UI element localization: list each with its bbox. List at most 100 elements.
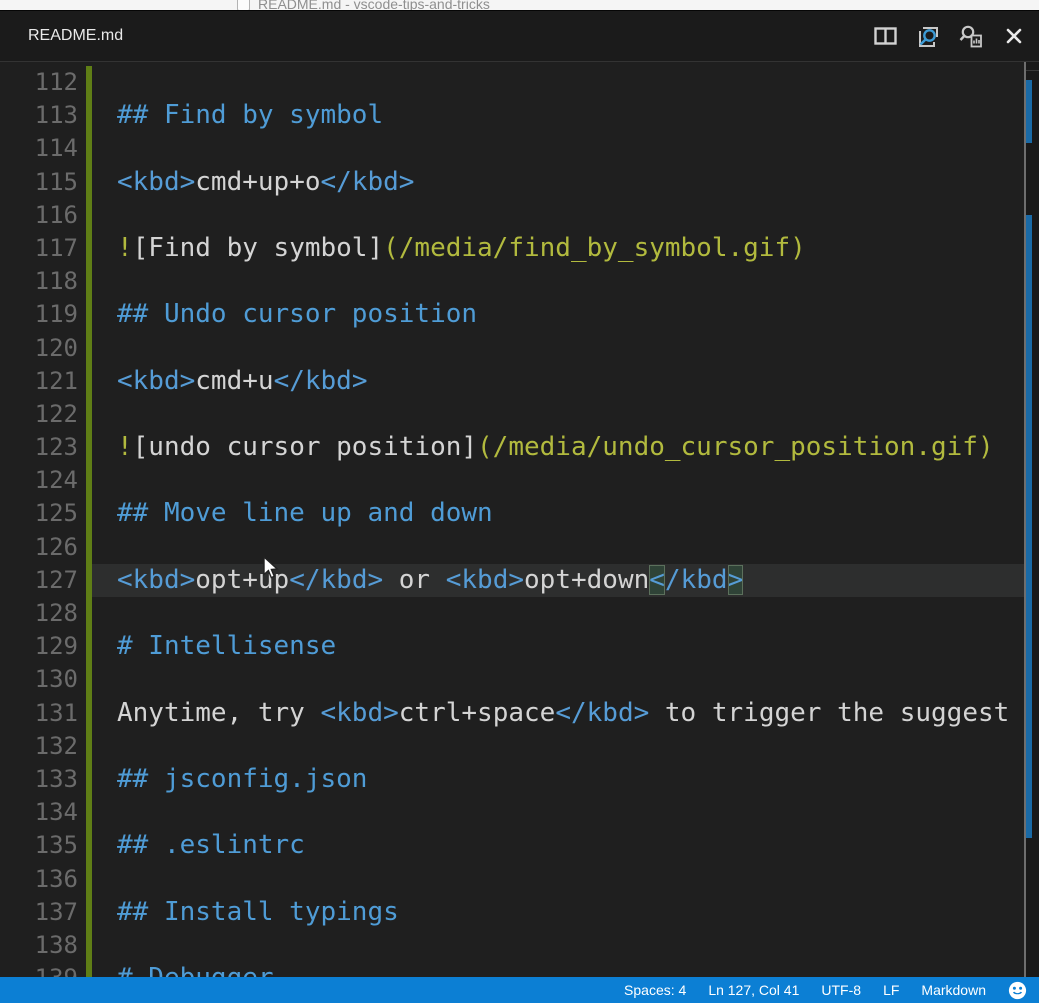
code-text[interactable]	[92, 597, 1024, 630]
code-text[interactable]	[92, 929, 1024, 962]
line-number[interactable]: 118	[0, 265, 78, 298]
open-preview-button[interactable]	[915, 21, 941, 51]
code-text[interactable]: ## .eslintrc	[92, 829, 1024, 862]
line-number[interactable]: 139	[0, 962, 78, 977]
code-text[interactable]	[92, 398, 1024, 431]
code-line[interactable]: 138	[0, 929, 1024, 962]
open-preview-side-icon	[959, 25, 983, 48]
code-line[interactable]: 125 ## Move line up and down	[0, 497, 1024, 530]
editor-group: 112113 ## Find by symbol 114115 <kbd>cmd+up…	[0, 62, 1039, 977]
code-line[interactable]: 137 ## Install typings	[0, 896, 1024, 929]
code-text[interactable]: # Debugger	[92, 962, 1024, 977]
code-line[interactable]: 128	[0, 597, 1024, 630]
code-line[interactable]: 134	[0, 796, 1024, 829]
line-number[interactable]: 130	[0, 663, 78, 696]
code-line[interactable]: 115 <kbd>cmd+up+o</kbd>	[0, 166, 1024, 199]
code-line[interactable]: 131 Anytime, try <kbd>ctrl+space</kbd> to…	[0, 697, 1024, 730]
code-text[interactable]	[92, 796, 1024, 829]
token-link: !	[117, 233, 133, 263]
line-number[interactable]: 113	[0, 99, 78, 132]
code-line[interactable]: 121 <kbd>cmd+u</kbd>	[0, 365, 1024, 398]
status-item-indentation[interactable]: Spaces: 4	[624, 982, 686, 998]
split-editor-button[interactable]	[872, 21, 898, 51]
line-number[interactable]: 119	[0, 298, 78, 331]
code-line[interactable]: 135 ## .eslintrc	[0, 829, 1024, 862]
code-text[interactable]	[92, 332, 1024, 365]
status-item-eol[interactable]: LF	[883, 982, 899, 998]
code-line[interactable]: 123 ![undo cursor position](/media/undo_c…	[0, 431, 1024, 464]
line-number[interactable]: 122	[0, 398, 78, 431]
code-text[interactable]	[92, 132, 1024, 165]
line-number[interactable]: 124	[0, 464, 78, 497]
code-text[interactable]: ## jsconfig.json	[92, 763, 1024, 796]
line-number[interactable]: 115	[0, 166, 78, 199]
code-line[interactable]: 119 ## Undo cursor position	[0, 298, 1024, 331]
code-line[interactable]: 129 # Intellisense	[0, 630, 1024, 663]
line-number[interactable]: 123	[0, 431, 78, 464]
code-text[interactable]: <kbd>cmd+u</kbd>	[92, 365, 1024, 398]
code-line[interactable]: 113 ## Find by symbol	[0, 99, 1024, 132]
code-line[interactable]: 133 ## jsconfig.json	[0, 763, 1024, 796]
code-text[interactable]	[92, 199, 1024, 232]
line-number[interactable]: 129	[0, 630, 78, 663]
line-number[interactable]: 116	[0, 199, 78, 232]
code-line[interactable]: 130	[0, 663, 1024, 696]
code-text[interactable]	[92, 464, 1024, 497]
feedback-smiley-button[interactable]	[1008, 981, 1027, 1000]
line-number[interactable]: 117	[0, 232, 78, 265]
code-text[interactable]	[92, 730, 1024, 763]
line-number[interactable]: 138	[0, 929, 78, 962]
code-line[interactable]: 118	[0, 265, 1024, 298]
code-text[interactable]: ![undo cursor position](/media/undo_curs…	[92, 431, 1024, 464]
code-text[interactable]: ## Undo cursor position	[92, 298, 1024, 331]
window-title: README.md - vscode-tips-and-tricks	[258, 0, 490, 10]
status-item-encoding[interactable]: UTF-8	[821, 982, 861, 998]
code-line[interactable]: 127 <kbd>opt+up</kbd> or <kbd>opt+down</k…	[0, 564, 1024, 597]
line-number[interactable]: 135	[0, 829, 78, 862]
line-number[interactable]: 127	[0, 564, 78, 597]
line-number[interactable]: 131	[0, 697, 78, 730]
code-text[interactable]: <kbd>cmd+up+o</kbd>	[92, 166, 1024, 199]
line-number[interactable]: 126	[0, 531, 78, 564]
line-number[interactable]: 137	[0, 896, 78, 929]
code-text[interactable]: # Intellisense	[92, 630, 1024, 663]
code-text[interactable]	[92, 265, 1024, 298]
open-preview-side-button[interactable]	[958, 21, 984, 51]
code-text[interactable]: ## Find by symbol	[92, 99, 1024, 132]
line-number[interactable]: 134	[0, 796, 78, 829]
code-line[interactable]: 112	[0, 66, 1024, 99]
status-item-cursor-position[interactable]: Ln 127, Col 41	[708, 982, 799, 998]
code-line[interactable]: 116	[0, 199, 1024, 232]
code-text[interactable]: ![Find by symbol](/media/find_by_symbol.…	[92, 232, 1024, 265]
line-number[interactable]: 128	[0, 597, 78, 630]
line-number[interactable]: 136	[0, 863, 78, 896]
code-text[interactable]	[92, 863, 1024, 896]
code-line[interactable]: 132	[0, 730, 1024, 763]
line-number[interactable]: 120	[0, 332, 78, 365]
line-number[interactable]: 114	[0, 132, 78, 165]
line-number[interactable]: 133	[0, 763, 78, 796]
code-text[interactable]	[92, 663, 1024, 696]
close-editor-button[interactable]	[1001, 21, 1027, 51]
line-number[interactable]: 132	[0, 730, 78, 763]
code-text[interactable]: Anytime, try <kbd>ctrl+space</kbd> to tr…	[92, 697, 1024, 730]
code-text[interactable]: ## Move line up and down	[92, 497, 1024, 530]
status-item-language-mode[interactable]: Markdown	[921, 982, 986, 998]
code-text[interactable]: ## Install typings	[92, 896, 1024, 929]
code-line[interactable]: 117 ![Find by symbol](/media/find_by_symb…	[0, 232, 1024, 265]
code-line[interactable]: 120	[0, 332, 1024, 365]
code-line[interactable]: 122	[0, 398, 1024, 431]
code-text[interactable]	[92, 531, 1024, 564]
code-line[interactable]: 126	[0, 531, 1024, 564]
code-text[interactable]: <kbd>opt+up</kbd> or <kbd>opt+down</kbd>	[92, 564, 1024, 597]
text-editor[interactable]: 112113 ## Find by symbol 114115 <kbd>cmd+up…	[0, 62, 1024, 977]
line-number[interactable]: 121	[0, 365, 78, 398]
code-line[interactable]: 124	[0, 464, 1024, 497]
open-preview-icon	[916, 25, 940, 48]
code-line[interactable]: 139 # Debugger	[0, 962, 1024, 977]
line-number[interactable]: 112	[0, 66, 78, 99]
code-line[interactable]: 136	[0, 863, 1024, 896]
line-number[interactable]: 125	[0, 497, 78, 530]
code-line[interactable]: 114	[0, 132, 1024, 165]
code-text[interactable]	[92, 66, 1024, 99]
